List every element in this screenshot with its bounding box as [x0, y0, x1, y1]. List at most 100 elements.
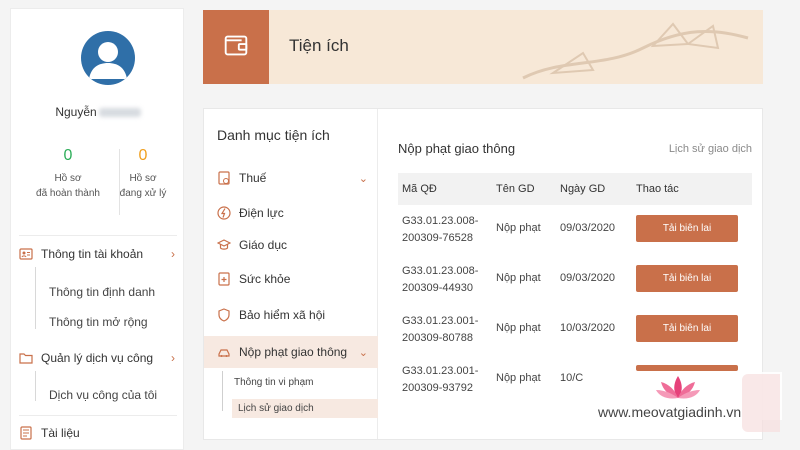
- category-label: Bảo hiểm xã hội: [239, 308, 326, 322]
- transaction-date: 10/03/2020: [560, 322, 616, 334]
- category-education[interactable]: Giáo dục: [204, 230, 378, 260]
- redacted-name: [98, 108, 141, 118]
- user-sidebar: Nguyễn 0 Hồ sơ đã hoàn thành 0 Hồ sơ đan…: [10, 8, 184, 450]
- avatar[interactable]: [81, 31, 135, 85]
- sidebar-item-label: Tài liệu: [41, 426, 80, 440]
- decision-code-line2: 200309-76528: [402, 232, 473, 244]
- sidebar-item-label: Quản lý dịch vụ công: [41, 351, 154, 365]
- subitem-violation-info[interactable]: Thông tin vi phạm: [234, 377, 314, 388]
- category-title: Danh mục tiện ích: [217, 127, 330, 143]
- stat-completed-label: Hồ sơ: [54, 173, 82, 184]
- profile-stats: 0 Hồ sơ đã hoàn thành 0 Hồ sơ đang xử lý: [11, 147, 185, 227]
- graduation-cap-icon: [216, 238, 232, 252]
- sidebar-item-label: Thông tin tài khoản: [41, 247, 144, 261]
- category-label: Thuế: [239, 171, 267, 185]
- lotus-logo-icon: [656, 376, 700, 399]
- sidebar-divider: [19, 415, 177, 416]
- decision-code: G33.01.23.001- 200309-93792: [402, 363, 478, 397]
- category-social-insurance[interactable]: Bảo hiểm xã hội: [204, 300, 378, 330]
- account-card-icon: [19, 247, 33, 261]
- tree-line: [35, 371, 36, 401]
- transaction-history-link[interactable]: Lịch sử giao dịch: [669, 143, 752, 155]
- stat-completed-sublabel: đã hoàn thành: [36, 188, 100, 199]
- document-icon: [19, 426, 33, 440]
- transaction-name: Nộp phạt: [496, 272, 541, 284]
- decision-code-line1: G33.01.23.001-: [402, 365, 479, 377]
- stats-divider: [119, 149, 120, 215]
- user-avatar-icon: [89, 42, 127, 79]
- table-row: G33.01.23.008- 200309-76528 Nộp phạt 09/0…: [398, 207, 752, 255]
- subitem-transaction-history[interactable]: Lịch sử giao dịch: [232, 399, 378, 418]
- wallet-icon: [221, 30, 251, 65]
- table-row: G33.01.23.008- 200309-44930 Nộp phạt 09/0…: [398, 257, 752, 305]
- stat-pending-label: Hồ sơ: [129, 173, 157, 184]
- column-header-name: Tên GD: [496, 183, 535, 195]
- chevron-down-icon: ⌄: [358, 346, 368, 359]
- decision-code-line1: G33.01.23.008-: [402, 265, 479, 277]
- column-header-action: Thao tác: [636, 183, 679, 195]
- category-label: Điện lực: [239, 206, 284, 220]
- chevron-right-icon: ›: [171, 247, 175, 261]
- decision-code-line2: 200309-93792: [402, 382, 473, 394]
- insurance-icon: [217, 308, 231, 322]
- download-receipt-button[interactable]: Tải biên lai: [636, 265, 738, 292]
- category-tax[interactable]: Thuế ⌄: [204, 163, 378, 193]
- transaction-date: 09/03/2020: [560, 272, 616, 284]
- column-header-code: Mã QĐ: [402, 183, 437, 195]
- category-label: Sức khỏe: [239, 272, 291, 286]
- decision-code-line2: 200309-80788: [402, 332, 473, 344]
- folder-icon: [19, 351, 33, 365]
- section-title: Nộp phạt giao thông: [398, 141, 516, 156]
- watermark-accent: [742, 374, 780, 432]
- transaction-date: 09/03/2020: [560, 222, 616, 234]
- decision-code: G33.01.23.008- 200309-44930: [402, 263, 478, 297]
- chevron-down-icon: ⌄: [358, 172, 368, 185]
- column-header-date: Ngày GD: [560, 183, 606, 195]
- category-label: Giáo dục: [239, 238, 288, 252]
- sidebar-divider: [19, 235, 177, 236]
- transaction-name: Nộp phạt: [496, 322, 541, 334]
- watermark-url: www.meovatgiadinh.vn: [598, 404, 742, 420]
- category-traffic-fine[interactable]: Nộp phạt giao thông ⌄: [204, 336, 378, 368]
- decision-code: G33.01.23.001- 200309-80788: [402, 313, 478, 347]
- decision-code-line2: 200309-44930: [402, 282, 473, 294]
- chevron-right-icon: ›: [171, 351, 175, 365]
- decision-code-line1: G33.01.23.008-: [402, 215, 479, 227]
- health-doc-icon: [217, 272, 231, 286]
- user-name-text: Nguyễn: [55, 105, 97, 119]
- traffic-fine-icon: [217, 345, 231, 359]
- sidebar-item-documents[interactable]: Tài liệu: [19, 426, 177, 440]
- transaction-date: 10/C: [560, 372, 584, 384]
- transaction-name: Nộp phạt: [496, 372, 541, 384]
- sidebar-subitem-my-services[interactable]: Dịch vụ công của tôi: [49, 388, 157, 402]
- page-banner: Tiện ích: [203, 10, 763, 84]
- banner-icon-box: [203, 10, 269, 84]
- table-row: G33.01.23.001- 200309-80788 Nộp phạt 10/0…: [398, 307, 752, 355]
- page-title: Tiện ích: [289, 36, 349, 55]
- category-health[interactable]: Sức khỏe: [204, 264, 378, 294]
- transaction-name: Nộp phạt: [496, 222, 541, 234]
- decision-code-line1: G33.01.23.001-: [402, 315, 479, 327]
- category-label: Nộp phạt giao thông: [239, 345, 348, 359]
- sidebar-item-account-info[interactable]: Thông tin tài khoản ›: [19, 247, 177, 261]
- tree-line: [35, 267, 36, 329]
- download-receipt-button[interactable]: [636, 365, 738, 371]
- decision-code: G33.01.23.008- 200309-76528: [402, 213, 478, 247]
- tax-doc-icon: [217, 171, 231, 185]
- sidebar-subitem-identity[interactable]: Thông tin định danh: [49, 285, 155, 299]
- stat-pending[interactable]: 0 Hồ sơ đang xử lý: [101, 147, 185, 201]
- category-list: Danh mục tiện ích Thuế ⌄ Điện lực Giáo d…: [204, 109, 378, 439]
- electricity-icon: [217, 206, 231, 220]
- tree-line: [222, 371, 223, 411]
- stat-pending-count: 0: [138, 147, 148, 164]
- category-electricity[interactable]: Điện lực: [204, 198, 378, 228]
- sidebar-subitem-extended[interactable]: Thông tin mở rộng: [49, 315, 148, 329]
- crane-decoration: [522, 22, 749, 80]
- download-receipt-button[interactable]: Tải biên lai: [636, 315, 738, 342]
- user-name: Nguyễn: [11, 105, 185, 119]
- stat-completed[interactable]: 0 Hồ sơ đã hoàn thành: [26, 147, 110, 201]
- stat-pending-sublabel: đang xử lý: [119, 188, 167, 199]
- table-header: Mã QĐ Tên GD Ngày GD Thao tác: [398, 173, 752, 205]
- download-receipt-button[interactable]: Tải biên lai: [636, 215, 738, 242]
- sidebar-item-public-services[interactable]: Quản lý dịch vụ công ›: [19, 351, 177, 365]
